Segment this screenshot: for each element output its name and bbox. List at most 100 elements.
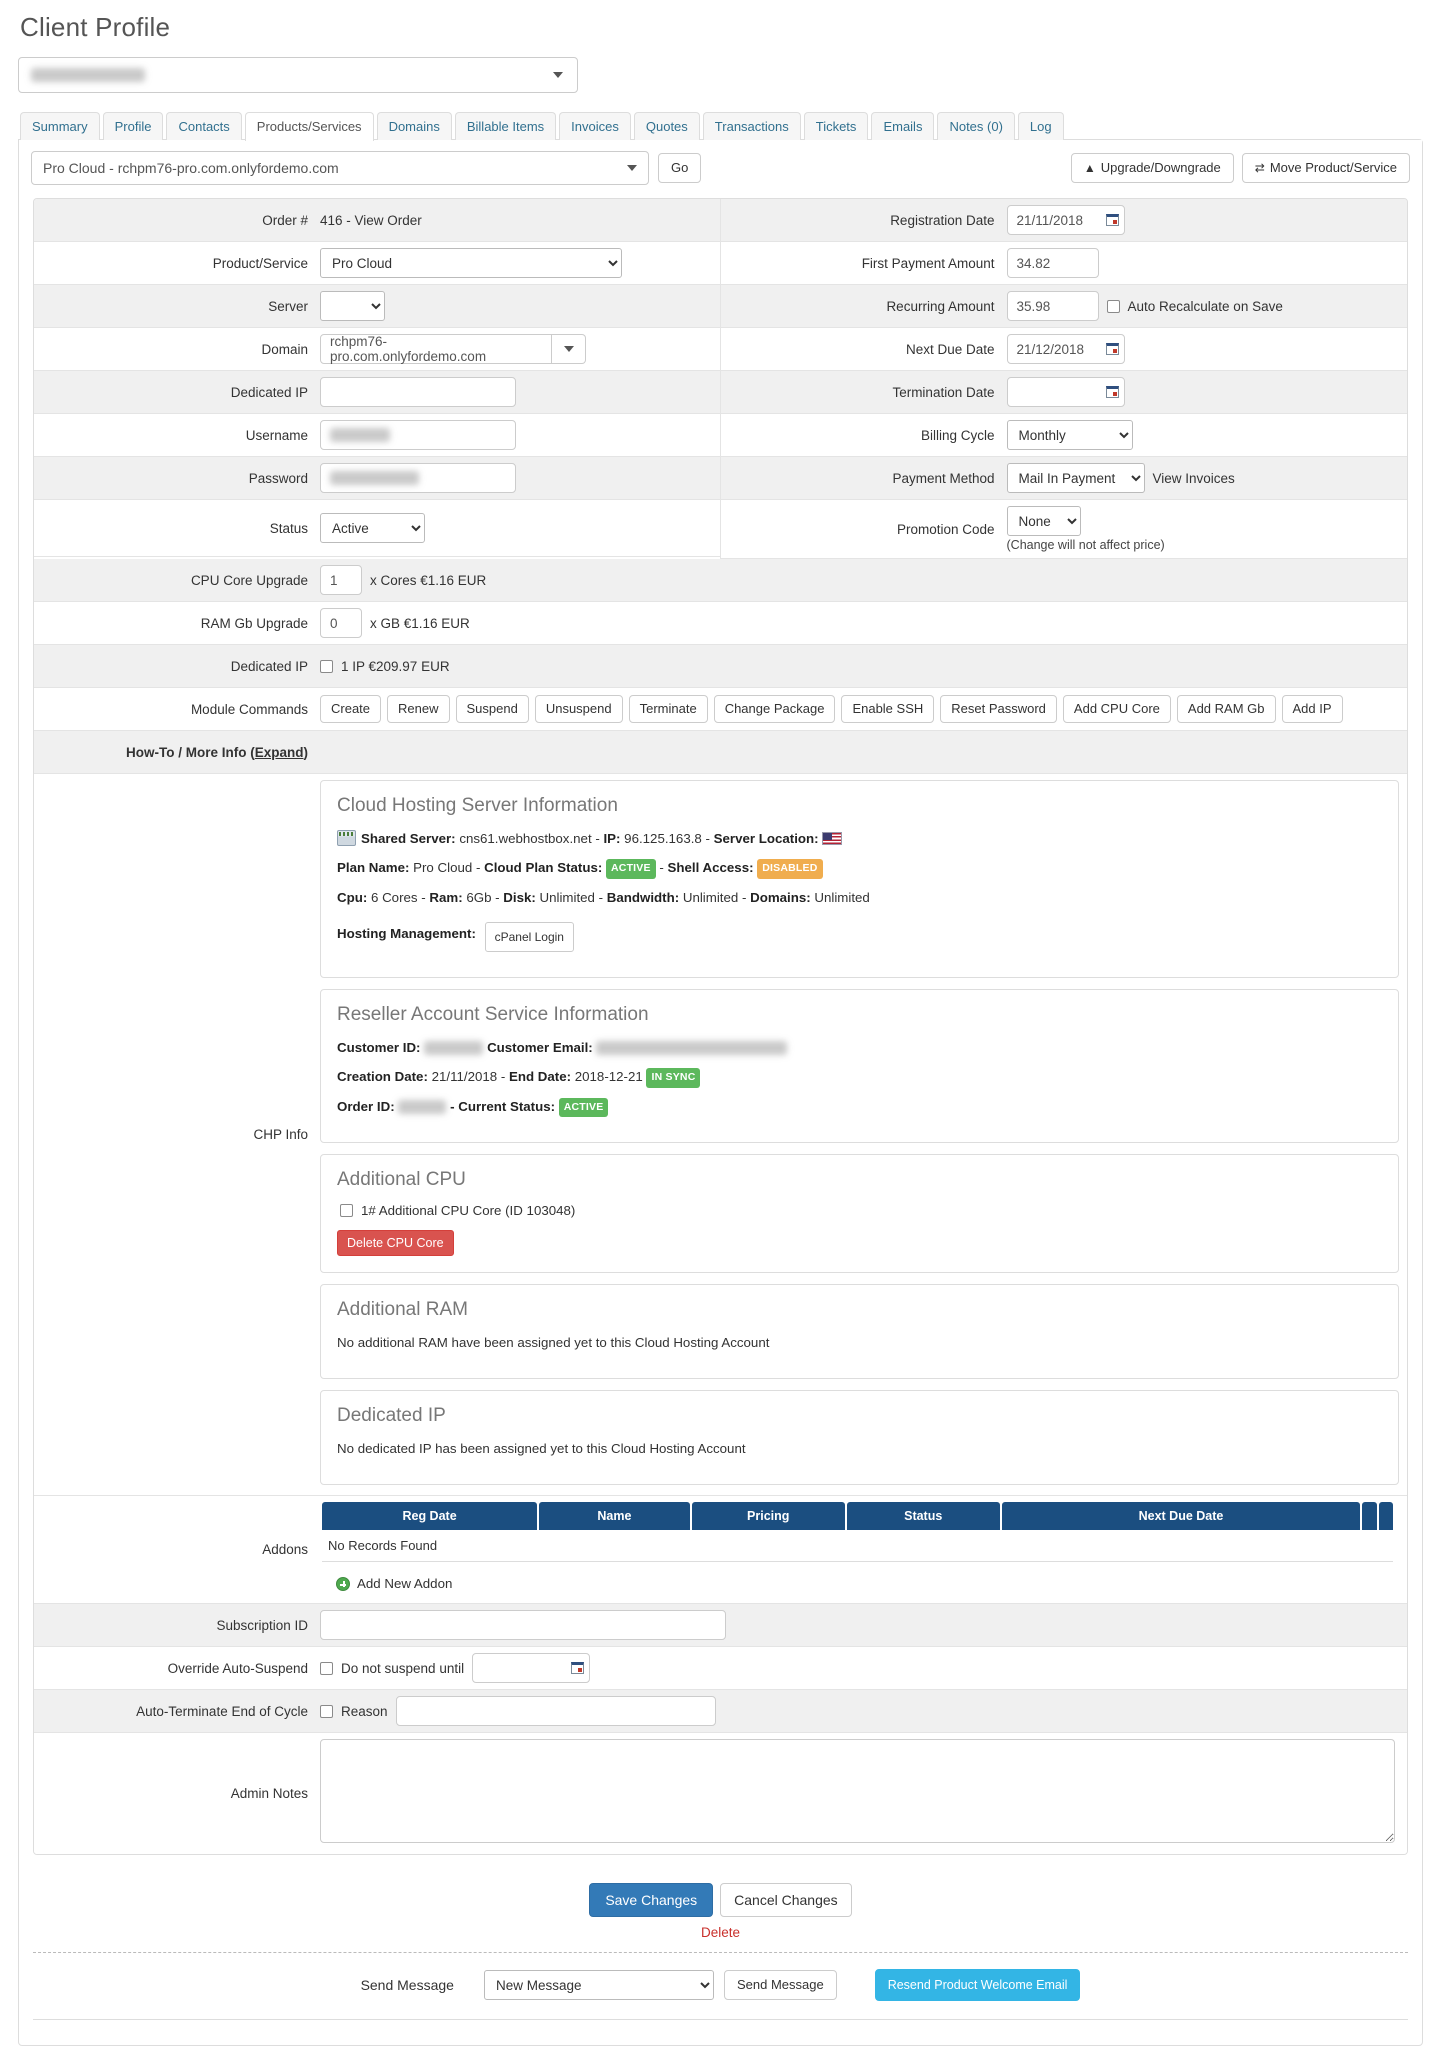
upgrade-downgrade-button[interactable]: ▲ Upgrade/Downgrade bbox=[1070, 153, 1234, 184]
tab-contacts[interactable]: Contacts bbox=[166, 112, 242, 141]
field-domain: Domain rchpm76-pro.com.onlyfordemo.com bbox=[34, 328, 720, 372]
hosting-management-line: Hosting Management: cPanel Login bbox=[337, 921, 1382, 952]
auto-terminate-reason-label: Reason bbox=[341, 1703, 388, 1719]
username-input[interactable]: rchpmd4g bbox=[320, 420, 516, 451]
tab-transactions[interactable]: Transactions bbox=[702, 112, 801, 141]
addons-body: Reg Date Name Pricing Status Next Due Da… bbox=[320, 1496, 1407, 1603]
admin-notes-textarea[interactable] bbox=[320, 1739, 1395, 1844]
shuffle-icon: ⇄ bbox=[1254, 161, 1265, 176]
calendar-icon[interactable] bbox=[1105, 214, 1119, 227]
domain-value[interactable]: rchpm76-pro.com.onlyfordemo.com bbox=[320, 334, 552, 365]
cancel-changes-button[interactable]: Cancel Changes bbox=[720, 1883, 852, 1918]
module-suspend-button[interactable]: Suspend bbox=[455, 695, 529, 724]
go-button[interactable]: Go bbox=[658, 153, 702, 184]
reseller-account-info-box: Reseller Account Service Information Cus… bbox=[320, 988, 1399, 1144]
calendar-icon[interactable] bbox=[1105, 386, 1119, 399]
tab-tickets[interactable]: Tickets bbox=[803, 112, 869, 141]
module-create-button[interactable]: Create bbox=[320, 695, 382, 724]
add-new-addon-link[interactable]: Add New Addon bbox=[336, 1576, 1395, 1591]
password-value: j3kf9aiWq1-7kl bbox=[330, 471, 419, 486]
send-message-select[interactable]: New Message bbox=[483, 1970, 714, 2001]
field-product: Product/Service Pro Cloud bbox=[34, 242, 720, 286]
field-termination-date: Termination Date bbox=[720, 371, 1407, 415]
override-auto-suspend-checkbox[interactable] bbox=[320, 1661, 333, 1675]
field-subscription-id: Subscription ID bbox=[34, 1604, 1407, 1648]
disk-label: Disk: bbox=[503, 889, 536, 905]
form-actions: Save Changes Cancel Changes Delete bbox=[19, 1867, 1422, 1946]
subscription-id-label: Subscription ID bbox=[216, 1617, 308, 1633]
field-order: Order # 416 - View Order bbox=[34, 199, 720, 243]
bottom-divider bbox=[33, 2019, 1408, 2045]
addons-table: Reg Date Name Pricing Status Next Due Da… bbox=[320, 1502, 1395, 1563]
service-form: Order # 416 - View Order Product/Service… bbox=[33, 198, 1408, 1856]
auto-terminate-checkbox[interactable] bbox=[320, 1704, 333, 1718]
cpanel-login-button[interactable]: cPanel Login bbox=[484, 921, 574, 952]
cloud-plan-status-label: Cloud Plan Status: bbox=[484, 860, 603, 876]
resend-welcome-email-button[interactable]: Resend Product Welcome Email bbox=[874, 1969, 1081, 2002]
additional-cpu-checkbox[interactable] bbox=[340, 1204, 353, 1218]
field-module-commands: Module Commands Create Renew Suspend Uns… bbox=[34, 688, 1407, 732]
dedicated-ip-input[interactable] bbox=[320, 377, 516, 408]
module-change-package-button[interactable]: Change Package bbox=[713, 695, 836, 724]
howto-label-text: How-To / More Info ( bbox=[126, 744, 255, 760]
cpu-core-upgrade-input[interactable] bbox=[320, 565, 362, 596]
ram-upgrade-suffix: x GB €1.16 EUR bbox=[370, 615, 470, 631]
module-unsuspend-button[interactable]: Unsuspend bbox=[534, 695, 623, 724]
tab-profile[interactable]: Profile bbox=[102, 112, 164, 141]
page-title: Client Profile bbox=[20, 12, 171, 42]
delete-cpu-core-button[interactable]: Delete CPU Core bbox=[337, 1230, 454, 1257]
tab-billable-items[interactable]: Billable Items bbox=[454, 112, 557, 141]
client-selector[interactable]: Grielle Rayode Bri bbox=[18, 57, 578, 93]
move-product-button[interactable]: ⇄ Move Product/Service bbox=[1241, 153, 1410, 184]
tab-invoices[interactable]: Invoices bbox=[559, 112, 631, 141]
recurring-amount-input[interactable] bbox=[1006, 291, 1099, 322]
subscription-id-input[interactable] bbox=[320, 1610, 726, 1641]
save-changes-button[interactable]: Save Changes bbox=[589, 1883, 714, 1918]
module-reset-password-button[interactable]: Reset Password bbox=[940, 695, 1057, 724]
module-renew-button[interactable]: Renew bbox=[387, 695, 450, 724]
product-select[interactable]: Pro Cloud bbox=[320, 248, 622, 279]
module-terminate-button[interactable]: Terminate bbox=[628, 695, 708, 724]
tab-log[interactable]: Log bbox=[1017, 112, 1064, 141]
chp-info-label: CHP Info bbox=[253, 1127, 308, 1143]
howto-expand-link[interactable]: Expand bbox=[255, 745, 304, 760]
field-recurring-amount: Recurring Amount Auto Recalculate on Sav… bbox=[720, 285, 1407, 329]
tab-emails[interactable]: Emails bbox=[871, 112, 935, 141]
view-invoices-link[interactable]: View Invoices bbox=[1153, 471, 1235, 486]
additional-ram-empty-text: No additional RAM have been assigned yet… bbox=[337, 1335, 770, 1351]
termination-date-label: Termination Date bbox=[892, 384, 995, 400]
dedicated-ip-checkbox[interactable] bbox=[320, 659, 333, 673]
current-status-label: - Current Status: bbox=[450, 1098, 556, 1114]
tab-summary[interactable]: Summary bbox=[20, 112, 100, 141]
calendar-icon[interactable] bbox=[1105, 343, 1119, 356]
dedicated-ip-label: Dedicated IP bbox=[230, 384, 308, 400]
module-add-ip-button[interactable]: Add IP bbox=[1281, 695, 1343, 724]
send-message-button[interactable]: Send Message bbox=[723, 1970, 837, 2001]
chp-info-body: Cloud Hosting Server Information Shared … bbox=[320, 774, 1407, 1495]
payment-method-select[interactable]: Mail In Payment bbox=[1006, 463, 1145, 494]
tab-notes[interactable]: Notes (0) bbox=[937, 112, 1015, 141]
ram-value: 6Gb bbox=[466, 889, 492, 905]
calendar-icon[interactable] bbox=[571, 1662, 585, 1675]
module-add-ram-button[interactable]: Add RAM Gb bbox=[1176, 695, 1276, 724]
first-payment-input[interactable] bbox=[1006, 248, 1099, 279]
domain-dropdown-button[interactable] bbox=[552, 334, 586, 365]
delete-link[interactable]: Delete bbox=[701, 1925, 740, 1940]
auto-recalculate-checkbox[interactable] bbox=[1106, 299, 1120, 313]
auto-terminate-reason-input[interactable] bbox=[395, 1696, 716, 1727]
service-select[interactable]: Pro Cloud - rchpm76-pro.com.onlyfordemo.… bbox=[31, 151, 649, 186]
status-select[interactable]: Active bbox=[320, 513, 425, 544]
order-value[interactable]: 416 - View Order bbox=[320, 213, 422, 228]
customer-email-value: g.hopopq@informaticaferrara.es bbox=[596, 1040, 788, 1055]
billing-cycle-select[interactable]: Monthly bbox=[1006, 420, 1133, 451]
tab-domains[interactable]: Domains bbox=[376, 112, 452, 141]
creation-date-label: Creation Date: bbox=[337, 1068, 428, 1084]
server-select[interactable] bbox=[320, 291, 385, 322]
password-input[interactable]: j3kf9aiWq1-7kl bbox=[320, 463, 516, 494]
module-enable-ssh-button[interactable]: Enable SSH bbox=[841, 695, 935, 724]
ram-upgrade-input[interactable] bbox=[320, 608, 362, 639]
module-add-cpu-core-button[interactable]: Add CPU Core bbox=[1062, 695, 1171, 724]
tab-quotes[interactable]: Quotes bbox=[633, 112, 700, 141]
tab-products-services[interactable]: Products/Services bbox=[244, 112, 374, 142]
promotion-code-select[interactable]: None bbox=[1006, 506, 1081, 537]
